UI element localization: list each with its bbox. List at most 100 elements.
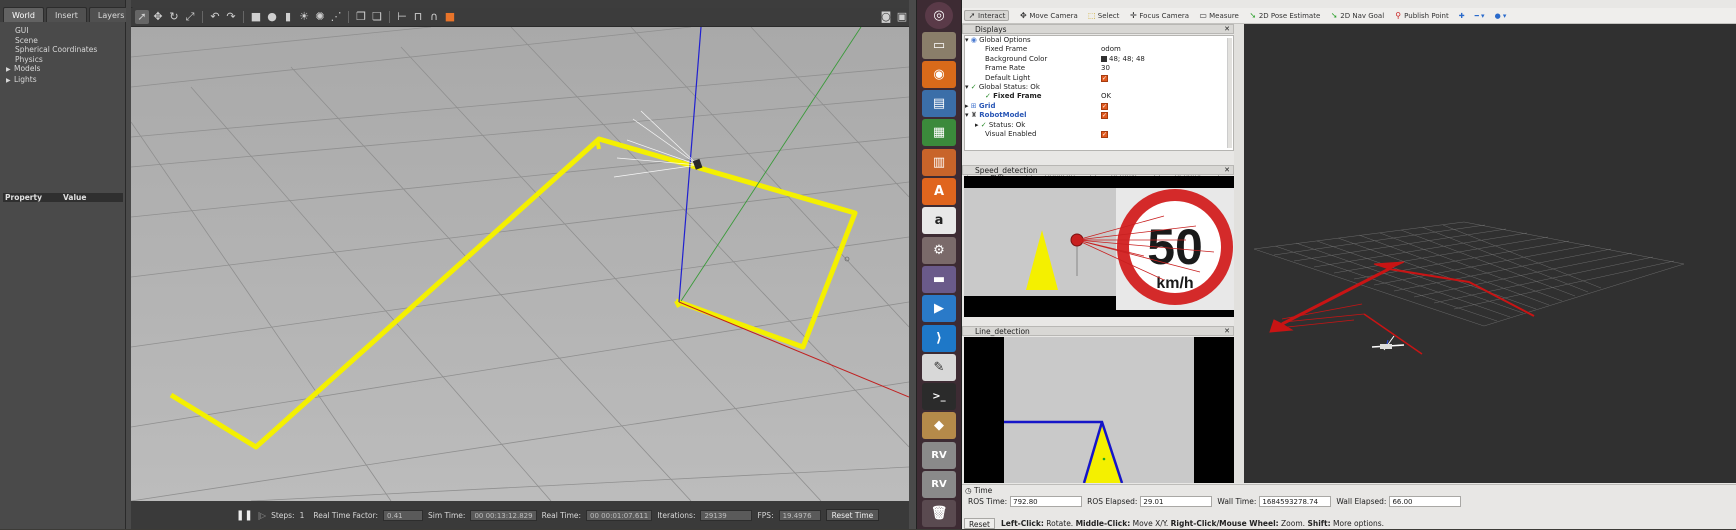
tree-item-scene[interactable]: Scene [6,36,125,46]
tool-2d-nav-goal[interactable]: ➘ 2D Nav Goal [1330,11,1384,20]
select-arrow-icon[interactable]: ➚ [135,10,149,24]
close-icon[interactable]: ✕ [1224,25,1230,34]
color-swatch[interactable] [1101,56,1107,63]
rviz-icon-2[interactable]: RV [922,471,956,499]
scrollbar[interactable] [1227,38,1232,148]
pause-icon[interactable]: ❚❚ [236,510,253,521]
tree-item-lights[interactable]: ▶ Lights [6,75,125,86]
trash-icon[interactable]: 🗑 [922,500,956,528]
scale-icon[interactable]: ⤢ [183,10,197,24]
tool-2d-pose-estimate[interactable]: ➘ 2D Pose Estimate [1249,11,1320,20]
cylinder-shape-icon[interactable]: ▮ [281,10,295,24]
speed-detection-title: Speed_detection ✕ [962,165,1234,175]
reset-button[interactable]: Reset [964,518,995,529]
panel-splitter[interactable] [1234,24,1244,483]
undo-icon[interactable]: ↶ [208,10,222,24]
impress-icon[interactable]: ▥ [922,148,956,176]
checkbox[interactable]: ✓ [1101,112,1108,120]
paste-icon[interactable]: ❏ [370,10,384,24]
tool-focus-camera[interactable]: ✛ Focus Camera [1129,11,1189,20]
vscode-icon[interactable]: ⟩ [922,324,956,352]
add-tool-icon[interactable]: ✚ [1459,12,1465,20]
rviz-scene [1244,24,1736,483]
translate-icon[interactable]: ✥ [151,10,165,24]
sphere-shape-icon[interactable]: ● [265,10,279,24]
display-row[interactable]: ▾ ✓ Global Status: Ok [965,83,1233,92]
checkbox[interactable]: ✓ [1101,74,1108,82]
media-player-icon[interactable]: ▶ [922,295,956,323]
firefox-icon[interactable]: ◉ [922,60,956,88]
point-light-icon[interactable]: ✺ [313,10,327,24]
gazebo-3d-viewport[interactable] [131,27,909,501]
tree-item-models[interactable]: ▶ Models [6,64,125,75]
terminal-icon[interactable]: >_ [922,383,956,411]
close-icon[interactable]: ✕ [1224,327,1230,336]
spot-light-icon[interactable]: ⋰ [329,10,343,24]
checkbox[interactable]: ✓ [1101,102,1108,110]
calc-icon[interactable]: ▦ [922,119,956,147]
rviz-icon-1[interactable]: RV [922,441,956,469]
magnet-icon[interactable]: ∩ [427,10,441,24]
display-row[interactable]: Frame Rate 30 [965,64,1233,73]
box-shape-icon[interactable]: ■ [249,10,263,24]
reset-time-button[interactable]: Reset Time [825,509,880,521]
pin-icon: ⚲ [1395,11,1402,20]
expand-arrow-icon[interactable]: ▶ [6,76,14,86]
display-row[interactable]: ▾ ◉ Global Options [965,36,1233,45]
tree-item-spherical[interactable]: Spherical Coordinates [6,45,125,55]
color-icon[interactable]: ■ [443,10,457,24]
tool-select[interactable]: ⬚ Select [1088,11,1119,20]
wall-elapsed-field[interactable]: 66.00 [1389,496,1462,507]
view-options-icon[interactable]: ● ▾ [1495,12,1507,20]
sim-time-value: 00 00:13:12.829 [470,509,537,521]
displays-tree[interactable]: ▾ ◉ Global Options Fixed Frame odom Backg… [964,35,1234,151]
screenshot-icon[interactable]: ◙ [879,10,893,24]
display-row[interactable]: ✓ Fixed Frame OK [965,92,1233,101]
checkbox[interactable]: ✓ [1101,131,1108,139]
settings-icon[interactable]: ⚙ [922,236,956,264]
writer-icon[interactable]: ▤ [922,90,956,118]
focus-icon: ✛ [1130,11,1137,20]
tab-world[interactable]: World [3,7,44,22]
steps-value[interactable]: 1 [300,511,305,520]
redo-icon[interactable]: ↷ [224,10,238,24]
software-center-icon[interactable]: A [922,178,956,206]
remove-tool-icon[interactable]: ━ ▾ [1475,12,1485,20]
display-row[interactable]: ▸ ⊞ Grid ✓ [965,102,1233,111]
display-row[interactable]: Fixed Frame odom [965,45,1233,54]
display-row[interactable]: ▾ ♜ RobotModel ✓ [965,111,1233,120]
tab-insert[interactable]: Insert [45,7,87,22]
copy-icon[interactable]: ❐ [354,10,368,24]
ubuntu-logo-icon[interactable]: ◎ [925,2,953,30]
step-icon[interactable]: |▷ [258,511,266,520]
rviz-3d-viewport[interactable] [1244,24,1736,483]
files-icon[interactable]: ▭ [922,31,956,59]
tool-interact[interactable]: ➚ Interact [964,10,1010,21]
archive-icon[interactable]: ◆ [922,412,956,440]
ros-elapsed-field[interactable]: 29.01 [1140,496,1213,507]
tool-publish-point[interactable]: ⚲ Publish Point [1394,11,1449,20]
rotate-icon[interactable]: ↻ [167,10,181,24]
tool-move-camera[interactable]: ✥ Move Camera [1019,11,1078,20]
tree-item-physics[interactable]: Physics [6,55,125,65]
expand-arrow-icon[interactable]: ▶ [6,65,14,75]
display-row[interactable]: ▸ ✓ Status: Ok [965,121,1233,130]
snap-icon[interactable]: ⊓ [411,10,425,24]
display-row[interactable]: Visual Enabled ✓ [965,130,1233,139]
text-editor-icon[interactable]: ✎ [922,353,956,381]
toolbar-divider [389,11,390,23]
amazon-icon[interactable]: a [922,207,956,235]
display-row[interactable]: Background Color 48; 48; 48 [965,55,1233,64]
toolbar-divider [348,11,349,23]
display-row[interactable]: Default Light ✓ [965,74,1233,83]
rviz-app-icon[interactable]: ▬ [922,265,956,293]
wall-time-field[interactable]: 1684593278.74 [1259,496,1332,507]
record-icon[interactable]: ▣ [895,10,909,24]
ros-time-field[interactable]: 792.80 [1010,496,1083,507]
align-icon[interactable]: ⊢ [395,10,409,24]
tool-measure[interactable]: ▭ Measure [1199,11,1239,20]
tree-item-gui[interactable]: GUI [6,26,125,36]
sun-light-icon[interactable]: ☀ [297,10,311,24]
close-icon[interactable]: ✕ [1224,166,1230,175]
gazebo-right-panel-handle[interactable] [909,0,916,529]
